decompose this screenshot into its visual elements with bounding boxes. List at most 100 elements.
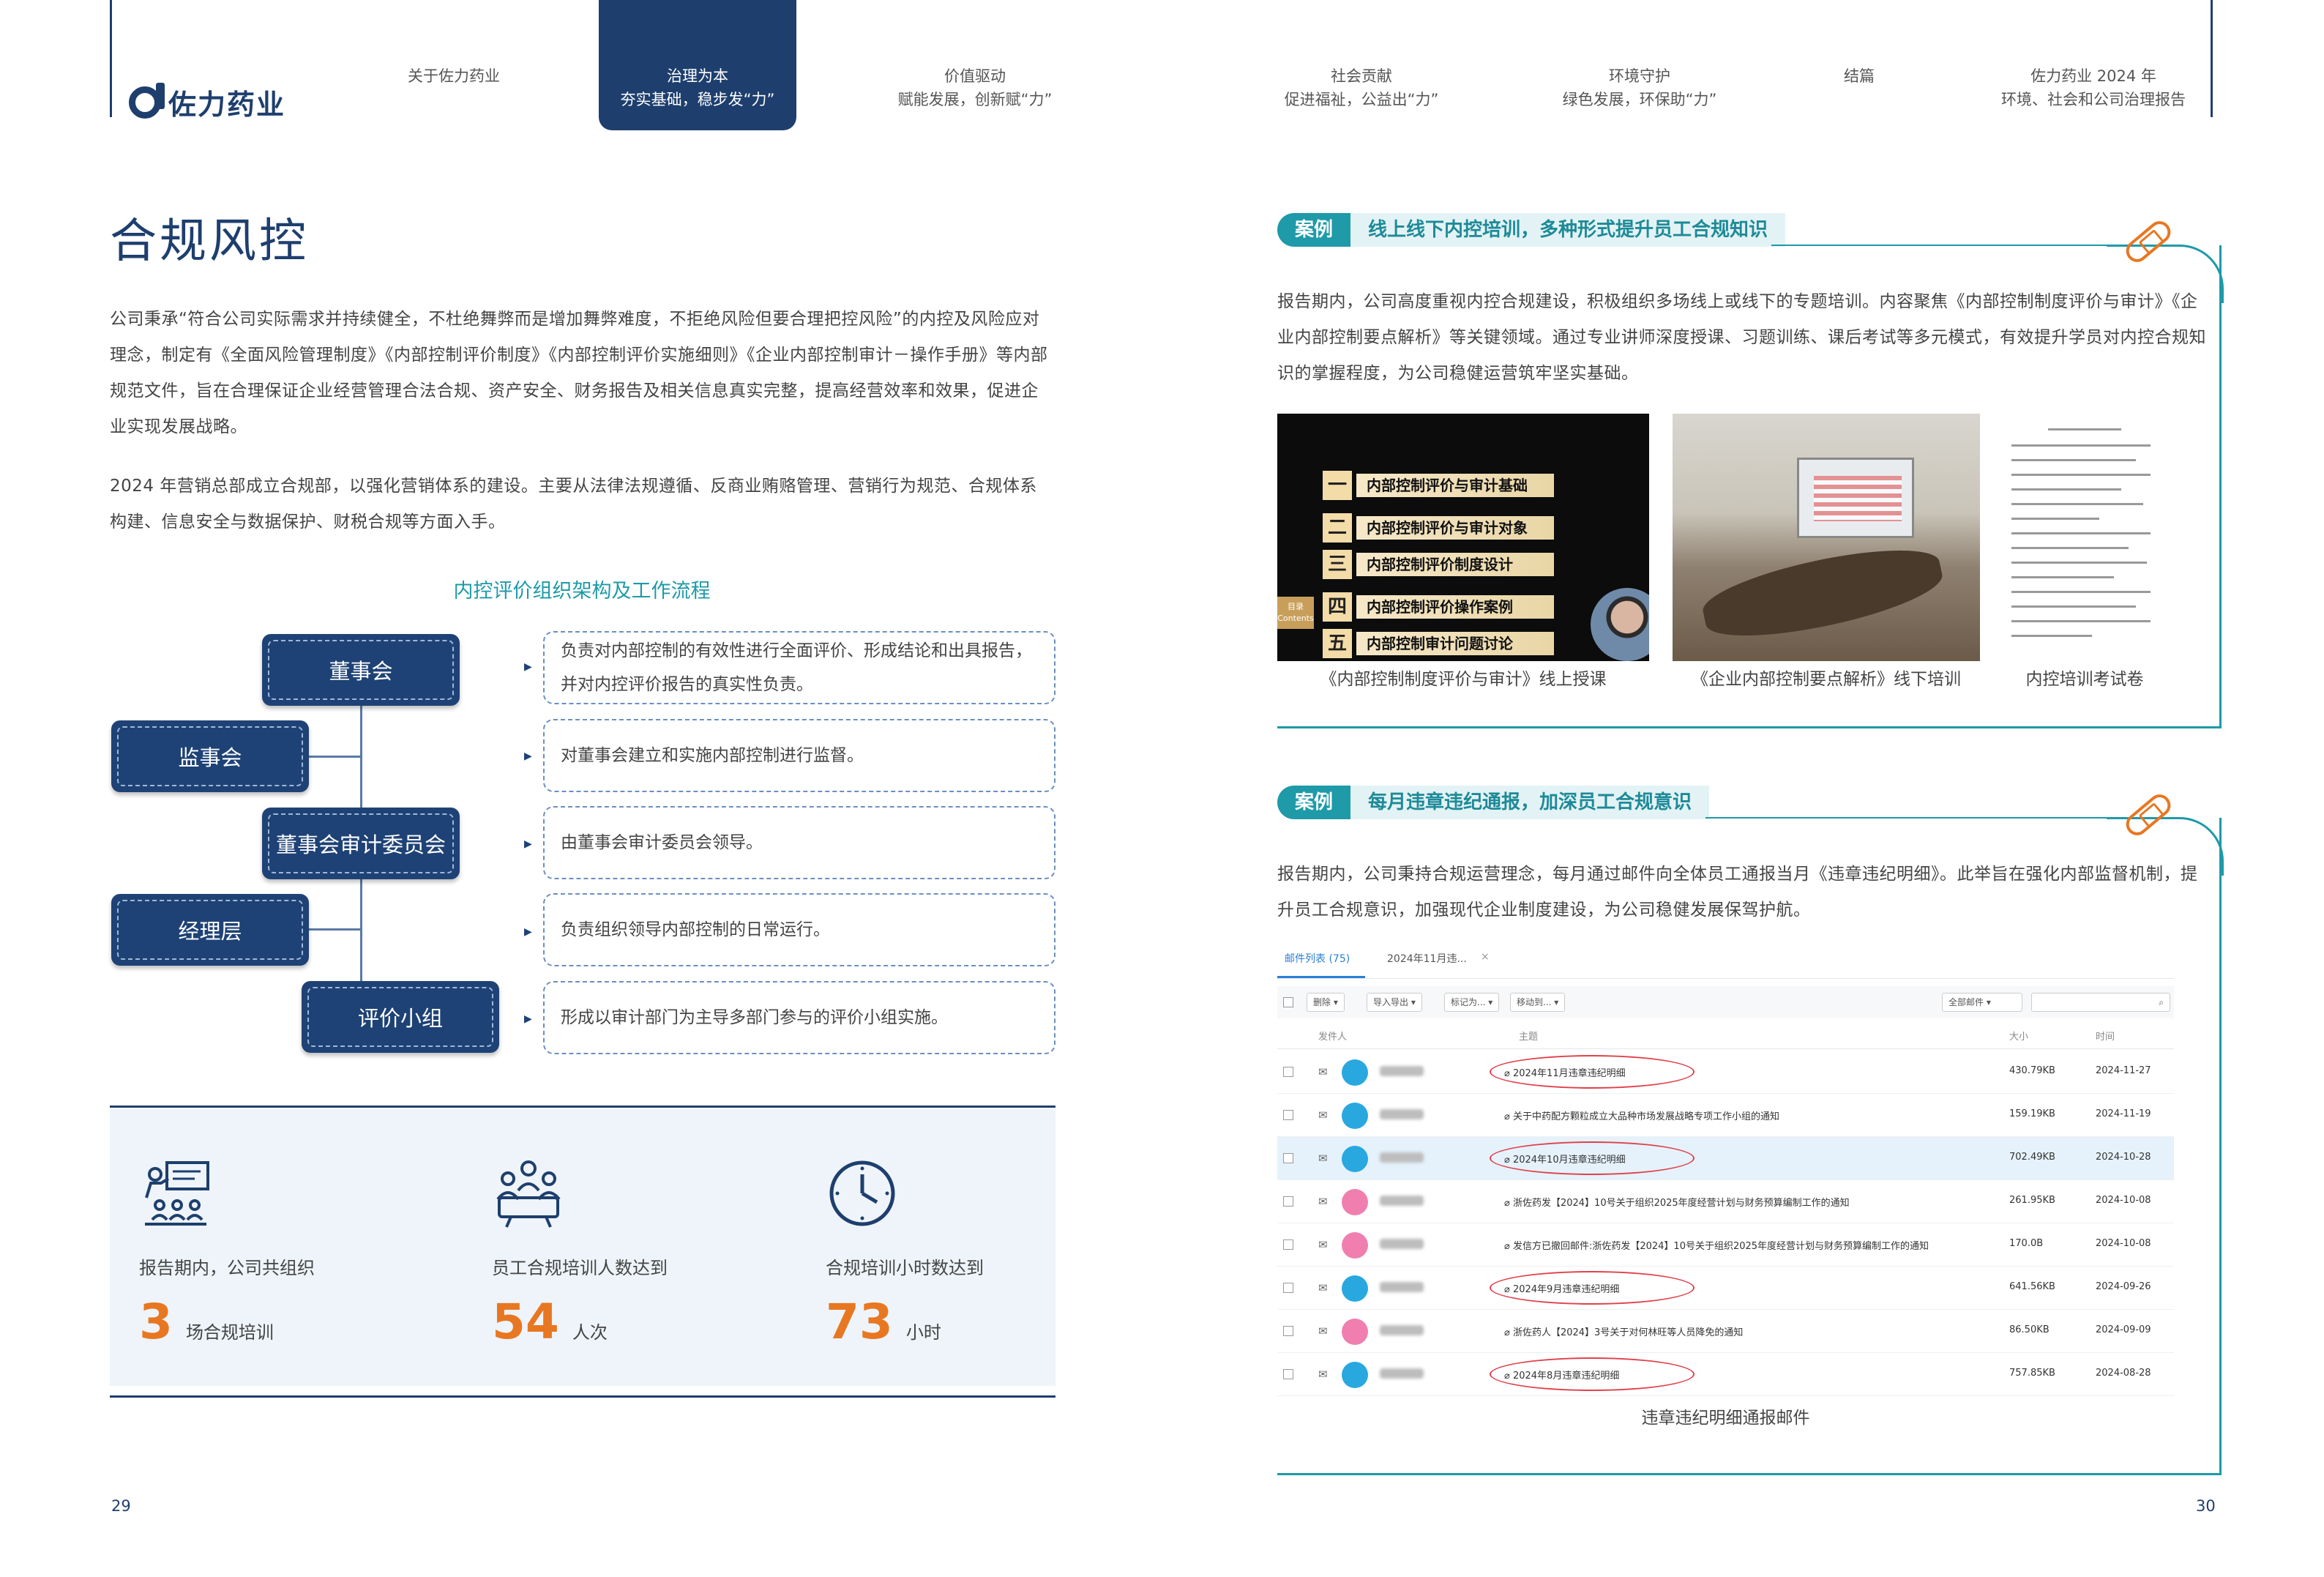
mail-subject[interactable]: ⌀ 浙佐药人【2024】3号关于对何林旺等人员降免的通知	[1504, 1324, 1743, 1338]
row-checkbox[interactable]	[1283, 1239, 1293, 1250]
import-export-button[interactable]: 导入导出 ▾	[1367, 993, 1422, 1012]
case-title: 线上线下内控培训，多种形式提升员工合规知识	[1350, 213, 1786, 247]
org-box-label: 经理层	[178, 919, 242, 944]
slide-item-num: 二	[1323, 513, 1352, 543]
org-box-management[interactable]: 经理层	[111, 894, 309, 966]
nav-label: 环境守护	[1609, 67, 1670, 85]
mail-subject[interactable]: ⌀ 浙佐药发【2024】10号关于组织2025年度经营计划与财务预算编制工作的通…	[1504, 1195, 1850, 1209]
mail-size: 86.50KB	[2009, 1324, 2050, 1335]
nav-label: 结篇	[1844, 67, 1875, 85]
org-box-supervisory[interactable]: 监事会	[111, 720, 309, 792]
stat-participants: 员工合规培训人数达到 54 人次	[492, 1157, 668, 1350]
org-box-board[interactable]: 董事会	[262, 634, 460, 706]
page-number-right: 30	[2196, 1497, 2216, 1515]
mail-row[interactable]: ✉ ⌀ 浙佐药发【2024】10号关于组织2025年度经营计划与财务预算编制工作的…	[1277, 1180, 2174, 1223]
mail-row[interactable]: ✉ ⌀ 2024年11月违章违纪明细 430.79KB 2024-11-27	[1277, 1051, 2174, 1094]
slide-contents-tab: 目录 Contents	[1277, 597, 1314, 629]
nav-governance-active[interactable]: 治理为本 夯实基础，稳步发“力”	[599, 0, 796, 130]
delete-button[interactable]: 删除 ▾	[1307, 993, 1345, 1012]
stat-value: 73 小时	[826, 1294, 984, 1350]
mail-row[interactable]: ✉ ⌀ 关于中药配方颗粒成立大品种市场发展战略专项工作小组的通知 159.19KB 2…	[1277, 1094, 2174, 1137]
slide-item-num: 三	[1323, 550, 1352, 579]
paper-line	[2048, 428, 2121, 430]
org-box-audit-committee[interactable]: 董事会审计委员会	[262, 808, 460, 879]
mail-row[interactable]: ✉ ⌀ 2024年10月违章违纪明细 702.49KB 2024-10-28	[1277, 1137, 2174, 1180]
filter-label: 全部邮件	[1949, 997, 1984, 1007]
arrow-right-icon: ▶	[524, 661, 532, 673]
envelope-icon: ✉	[1318, 1368, 1328, 1381]
intro-paragraph: 公司秉承“符合公司实际需求并持续健全，不杜绝舞弊而是增加舞弊难度，不拒绝风险但要…	[110, 310, 1048, 436]
nav-social[interactable]: 社会贡献 促进福祉，公益出“力”	[1259, 64, 1464, 111]
nav-label: 佐力药业 2024 年	[2030, 67, 2156, 85]
mail-row[interactable]: ✉ ⌀ 浙佐药人【2024】3号关于对何林旺等人员降免的通知 86.50KB 2024…	[1277, 1310, 2174, 1353]
mail-subject-text: 浙佐药人【2024】3号关于对何林旺等人员降免的通知	[1512, 1327, 1744, 1338]
mail-row[interactable]: ✉ ⌀ 2024年8月违章违纪明细 757.85KB 2024-08-28	[1277, 1353, 2174, 1396]
close-icon[interactable]: ×	[1481, 951, 1490, 963]
logo-mark-icon	[129, 82, 165, 119]
mail-size: 261.95KB	[2009, 1195, 2055, 1206]
mail-search-input[interactable]: ⌕	[2031, 993, 2170, 1012]
org-box-label: 监事会	[178, 745, 242, 770]
highlight-circle	[1490, 1271, 1695, 1305]
org-box-eval-team[interactable]: 评价小组	[302, 981, 499, 1053]
mail-subject[interactable]: ⌀ 关于中药配方颗粒成立大品种市场发展战略专项工作小组的通知	[1504, 1108, 1779, 1122]
tab-mail-open[interactable]: 2024年11月违...	[1387, 951, 1467, 966]
nav-conclusion[interactable]: 结篇	[1823, 64, 1896, 88]
row-checkbox[interactable]	[1283, 1196, 1293, 1207]
offline-training-photo[interactable]	[1673, 414, 1980, 661]
exam-paper-photo[interactable]	[2004, 414, 2165, 661]
select-all-checkbox[interactable]	[1283, 997, 1293, 1007]
tab-mail-list[interactable]: 邮件列表 (75)	[1285, 951, 1350, 966]
avatar	[1342, 1103, 1368, 1129]
nav-sublabel: 环境、社会和公司治理报告	[2001, 91, 2186, 108]
case-rule	[1771, 245, 2115, 246]
slide-item: 一内部控制评价与审计基础	[1323, 471, 1554, 500]
mail-date: 2024-11-27	[2096, 1065, 2151, 1076]
attachment-icon: ⌀	[1504, 1198, 1513, 1209]
paper-line	[2011, 635, 2092, 637]
paper-line	[2011, 605, 2136, 608]
toolbar-label: 移动到...	[1517, 997, 1552, 1007]
row-checkbox[interactable]	[1283, 1283, 1293, 1293]
mail-size: 641.56KB	[2009, 1281, 2055, 1292]
nav-sublabel: 促进福祉，公益出“力”	[1284, 91, 1439, 108]
arrow-right-icon: ▶	[524, 838, 532, 850]
move-to-button[interactable]: 移动到... ▾	[1510, 993, 1566, 1012]
row-checkbox[interactable]	[1283, 1067, 1293, 1077]
mail-subject[interactable]: ⌀ 发信方已撤回邮件:浙佐药发【2024】10号关于组织2025年度经营计划与财…	[1504, 1238, 1929, 1252]
stat-value: 54 人次	[492, 1294, 668, 1350]
stat-unit: 人次	[572, 1322, 608, 1343]
stats-bottom-rule	[110, 1395, 1055, 1398]
online-course-photo[interactable]: 目录 Contents 一内部控制评价与审计基础 二内部控制评价与审计对象 三内…	[1277, 414, 1649, 661]
stat-label: 报告期内，公司共组织	[139, 1258, 315, 1278]
paper-line	[2011, 488, 2121, 491]
nav-value[interactable]: 价值驱动 赋能发展，创新赋“力”	[873, 64, 1077, 111]
mail-row[interactable]: ✉ ⌀ 2024年9月违章违纪明细 641.56KB 2024-09-26	[1277, 1267, 2174, 1310]
stat-unit: 小时	[905, 1322, 941, 1343]
nav-sublabel: 赋能发展，创新赋“力”	[897, 91, 1053, 108]
case1-text: 报告期内，公司高度重视内控合规建设，积极组织多场线上或线下的专题培训。内容聚焦《…	[1277, 292, 2206, 383]
meeting-table	[1697, 535, 1948, 651]
org-desc-audit-committee: 由董事会审计委员会领导。	[543, 806, 1055, 879]
mail-size: 170.0B	[2009, 1238, 2044, 1249]
highlight-circle	[1490, 1055, 1695, 1089]
row-checkbox[interactable]	[1283, 1369, 1293, 1379]
row-checkbox[interactable]	[1283, 1326, 1293, 1336]
mail-filter-select[interactable]: 全部邮件 ▾	[1942, 993, 2022, 1012]
attachment-icon: ⌀	[1504, 1327, 1513, 1338]
mail-list-screenshot: 邮件列表 (75) 2024年11月违... × 删除 ▾ 导入导出 ▾ 标记为…	[1277, 941, 2174, 1402]
paper-line	[2011, 444, 2151, 447]
row-checkbox[interactable]	[1283, 1153, 1293, 1163]
mail-row[interactable]: ✉ ⌀ 发信方已撤回邮件:浙佐药发【2024】10号关于组织2025年度经营计划与…	[1277, 1223, 2174, 1267]
training-icon	[145, 1161, 209, 1226]
mail-caption: 违章违纪明细通报邮件	[1641, 1409, 1810, 1428]
mail-size: 430.79KB	[2009, 1065, 2055, 1076]
slide-item: 二内部控制评价与审计对象	[1323, 513, 1554, 543]
row-checkbox[interactable]	[1283, 1110, 1293, 1120]
nav-about[interactable]: 关于佐力药业	[388, 64, 520, 88]
nav-environment[interactable]: 环境守护 绿色发展，环保助“力”	[1537, 64, 1742, 111]
mail-size: 757.85KB	[2009, 1368, 2055, 1379]
paper-line	[2011, 591, 2151, 593]
mark-as-button[interactable]: 标记为... ▾	[1444, 993, 1500, 1012]
company-logo[interactable]: 佐力药业	[129, 82, 285, 122]
